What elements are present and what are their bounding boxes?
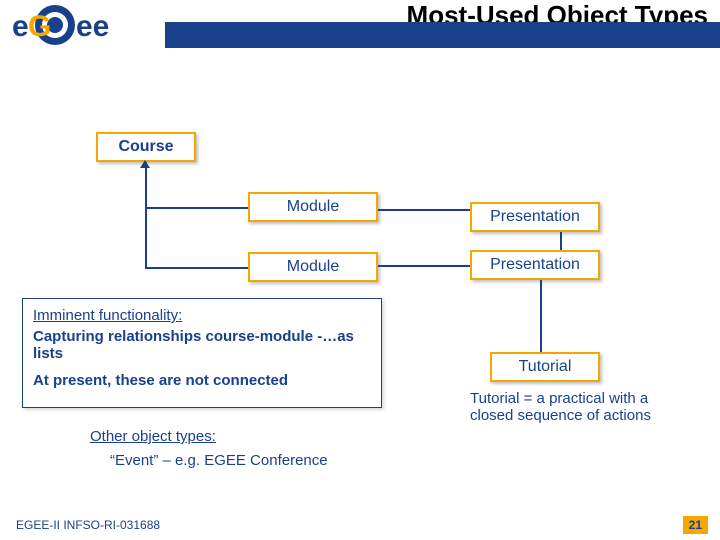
box-module-2: Module — [248, 252, 378, 282]
note-heading: Imminent functionality: — [33, 307, 371, 324]
tutorial-description: Tutorial = a practical with a closed seq… — [470, 390, 670, 424]
title-bar: Enabling Grids for E-sciencE — [165, 22, 720, 48]
box-module-1: Module — [248, 192, 378, 222]
box-presentation-1: Presentation — [470, 202, 600, 232]
connector — [540, 280, 542, 352]
connector — [145, 207, 248, 209]
box-course: Course — [96, 132, 196, 162]
note-line-1: Capturing relationships course-module -…… — [33, 328, 371, 362]
slide-body: Course Module Module Presentation Presen… — [0, 52, 720, 540]
footer-left: EGEE-II INFSO-RI-031688 — [16, 518, 160, 532]
header: e ee G Most-Used Object Types Enabling G… — [0, 0, 720, 52]
svg-text:e: e — [12, 10, 29, 43]
box-presentation-2: Presentation — [470, 250, 600, 280]
page-number: 21 — [683, 516, 708, 534]
connector — [378, 209, 470, 211]
egee-logo: e ee G — [10, 4, 160, 46]
svg-text:G: G — [28, 10, 51, 43]
svg-text:ee: ee — [76, 10, 109, 43]
connector — [145, 267, 248, 269]
note-line-2: At present, these are not connected — [33, 372, 371, 389]
connector — [560, 232, 562, 250]
connector — [145, 162, 147, 267]
box-tutorial: Tutorial — [490, 352, 600, 382]
connector — [378, 265, 470, 267]
arrow-up-icon — [140, 160, 150, 168]
note-box: Imminent functionality: Capturing relati… — [22, 298, 382, 408]
other-types-heading: Other object types: — [90, 428, 216, 445]
other-types-example: “Event” – e.g. EGEE Conference — [110, 452, 328, 469]
